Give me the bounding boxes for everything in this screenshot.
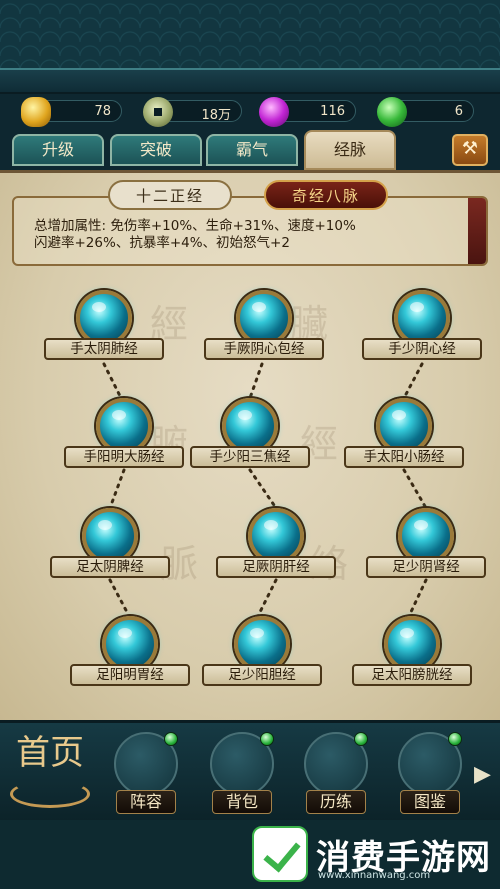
meridian-label: 手太阴肺经 — [44, 338, 164, 360]
meridian-label: 足太阴脾经 — [50, 556, 170, 578]
meridian-node[interactable]: 足少阴肾经 — [366, 508, 486, 588]
gold-ingot-icon — [21, 97, 51, 127]
nav-formation-label: 阵容 — [116, 790, 176, 814]
meridian-label: 足少阳胆经 — [202, 664, 322, 686]
home-button[interactable]: 首页 — [4, 728, 94, 814]
tab-bar: 升级 突破 霸气 经脉 ⚒ — [0, 130, 500, 170]
top-title-bar — [0, 68, 500, 94]
meridian-label: 足厥阴肝经 — [216, 556, 336, 578]
tab-meridian[interactable]: 经脉 — [304, 130, 396, 170]
tab-breakthrough[interactable]: 突破 — [110, 134, 202, 166]
tab-upgrade[interactable]: 升级 — [12, 134, 104, 166]
currency-coin: 18万 — [143, 97, 242, 127]
home-ring-icon — [10, 780, 90, 808]
nav-codex-label: 图鉴 — [400, 790, 460, 814]
copper-coin-icon — [143, 97, 173, 127]
coin-value: 18万 — [201, 108, 231, 123]
currency-green-gem: 6 — [377, 97, 474, 127]
tab-domineering[interactable]: 霸气 — [206, 134, 298, 166]
meridian-node[interactable]: 手少阳三焦经 — [190, 398, 310, 478]
currency-purple-gem: 116 — [259, 97, 356, 127]
purple-gem-icon — [259, 97, 289, 127]
meridian-node[interactable]: 手阳明大肠经 — [64, 398, 184, 478]
notification-badge-icon — [354, 732, 368, 746]
side-action-button[interactable]: ⚒ — [452, 134, 488, 166]
top-wave-pattern — [0, 0, 500, 68]
meridian-label: 足阳明胃经 — [70, 664, 190, 686]
nav-training[interactable]: 历练 — [296, 724, 376, 820]
meridian-node[interactable]: 足厥阴肝经 — [216, 508, 336, 588]
home-label: 首页 — [16, 733, 84, 773]
meridian-label: 足太阳膀胱经 — [352, 664, 472, 686]
meridian-label: 手少阴心经 — [362, 338, 482, 360]
meridian-label: 手太阳小肠经 — [344, 446, 464, 468]
meridian-node[interactable]: 手太阴肺经 — [44, 290, 164, 370]
nav-backpack[interactable]: 背包 — [202, 724, 282, 820]
gold-value: 78 — [94, 104, 111, 119]
attributes-line-2: 闪避率+26%、抗暴率+4%、初始怒气+2 — [34, 235, 290, 251]
nav-training-label: 历练 — [306, 790, 366, 814]
green-gem-icon — [377, 97, 407, 127]
attributes-line-1: 总增加属性: 免伤率+10%、生命+31%、速度+10% — [34, 218, 356, 234]
watermark-url: www.xinnanwang.com — [318, 870, 431, 881]
meridian-node[interactable]: 足少阳胆经 — [202, 616, 322, 696]
subtab-twelve-meridians[interactable]: 十二正经 — [108, 180, 232, 210]
meridian-label: 足少阴肾经 — [366, 556, 486, 578]
meridian-node[interactable]: 足太阴脾经 — [50, 508, 170, 588]
nav-codex[interactable]: 图鉴 — [390, 724, 470, 820]
subtab-eight-extra-meridians[interactable]: 奇经八脉 — [264, 180, 388, 210]
notification-badge-icon — [260, 732, 274, 746]
meridian-node[interactable]: 足阳明胃经 — [70, 616, 190, 696]
meridian-label: 手厥阴心包经 — [204, 338, 324, 360]
watermark-logo-icon — [252, 826, 308, 882]
meridian-node[interactable]: 足太阳膀胱经 — [352, 616, 472, 696]
meridian-node[interactable]: 手太阳小肠经 — [344, 398, 464, 478]
hammer-icon: ⚒ — [461, 138, 479, 159]
nav-next-arrow-icon[interactable]: ▶ — [474, 762, 494, 788]
purple-gem-value: 116 — [320, 104, 345, 119]
nav-backpack-label: 背包 — [212, 790, 272, 814]
nav-formation[interactable]: 阵容 — [106, 724, 186, 820]
meridian-label: 手阳明大肠经 — [64, 446, 184, 468]
meridian-node[interactable]: 手少阴心经 — [362, 290, 482, 370]
notification-badge-icon — [448, 732, 462, 746]
currency-bar: 78 18万 116 6 — [0, 94, 500, 130]
total-attributes-box: 总增加属性: 免伤率+10%、生命+31%、速度+10% 闪避率+26%、抗暴率… — [12, 196, 488, 266]
meridian-label: 手少阳三焦经 — [190, 446, 310, 468]
green-gem-value: 6 — [454, 104, 463, 119]
currency-gold: 78 — [21, 97, 122, 127]
notification-badge-icon — [164, 732, 178, 746]
meridian-node[interactable]: 手厥阴心包经 — [204, 290, 324, 370]
attributes-accent-bar — [468, 198, 486, 264]
